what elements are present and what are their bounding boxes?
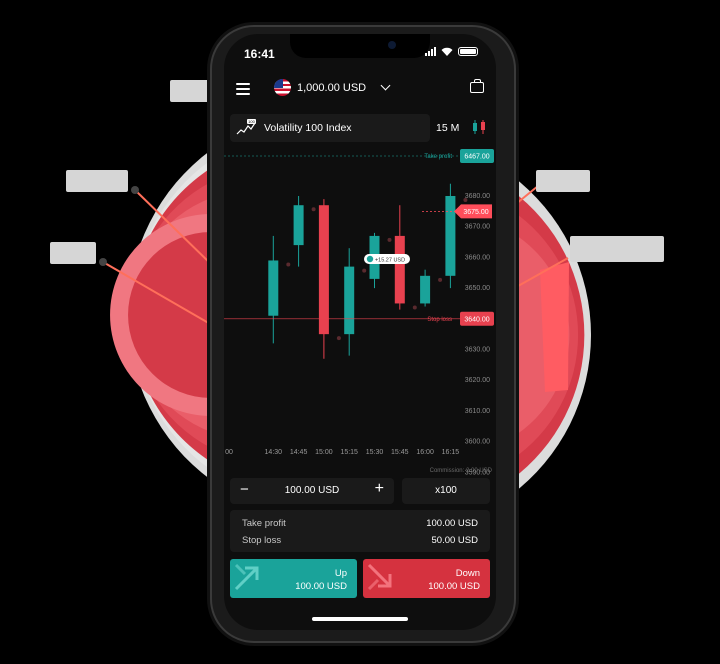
stake-input[interactable]: − 100.00 USD +: [230, 478, 394, 504]
x-tick-label: 16:00: [416, 449, 434, 456]
y-tick-label: 3660.00: [465, 254, 490, 261]
candle-body[interactable]: [344, 266, 355, 335]
candle-body[interactable]: [268, 260, 279, 316]
arrow-down-icon: [367, 563, 392, 591]
x-tick-label: 16:15: [442, 449, 460, 456]
callout-label-5: [570, 236, 664, 262]
trade-marker: [463, 198, 468, 202]
x-tick-label: 14:30: [265, 449, 283, 456]
callout-label-1: [170, 80, 212, 102]
stop-loss-label: Stop loss: [427, 317, 452, 323]
increase-stake-button[interactable]: +: [375, 480, 384, 498]
chart-type-icon[interactable]: [470, 119, 488, 135]
position-pl-tag[interactable]: +15.27 USD: [364, 254, 410, 264]
candlestick-chart[interactable]: 3680.00 3670.00 3660.00 3650.00 3640.00 3630.…: [224, 146, 496, 478]
trade-marker: [311, 207, 316, 212]
up-button-price: 100.00 USD: [295, 581, 347, 592]
wifi-icon: [441, 47, 453, 56]
candle-body[interactable]: [394, 235, 405, 304]
stop-loss-setting-value: 50.00 USD: [431, 535, 478, 546]
market-badge: 100: [248, 119, 255, 124]
battery-icon: [458, 47, 478, 56]
candle-body[interactable]: [420, 275, 431, 304]
y-tick-label: 3650.00: [465, 285, 490, 292]
chevron-down-icon: [380, 80, 391, 91]
x-tick-label: 15:45: [391, 449, 409, 456]
take-profit-label: Take profit: [424, 154, 452, 160]
timeframe-selector[interactable]: 15 M: [436, 122, 459, 134]
trade-marker: [336, 336, 341, 341]
x-tick-label: 00: [225, 449, 233, 456]
down-button-price: 100.00 USD: [428, 581, 480, 592]
y-tick-label: 3680.00: [465, 193, 490, 200]
callout-label-3: [50, 242, 96, 264]
up-button[interactable]: Up 100.00 USD: [230, 559, 357, 598]
x-tick-label: 15:15: [340, 449, 358, 456]
take-profit-stop-loss-panel[interactable]: Take profit 100.00 USD Stop loss 50.00 U…: [230, 510, 490, 552]
status-icons: [425, 47, 478, 56]
y-tick-label: 3630.00: [465, 347, 490, 354]
callout-label-2: [66, 170, 128, 192]
hamburger-icon[interactable]: [236, 83, 250, 95]
market-selector[interactable]: 100 Volatility 100 Index: [230, 114, 430, 142]
position-pl: +15.27 USD: [375, 258, 405, 264]
y-tick-label: 3600.00: [465, 439, 490, 446]
multiplier-value: x100: [435, 485, 457, 496]
spot-value: 3675.00: [463, 209, 488, 216]
briefcase-icon[interactable]: [470, 79, 484, 93]
status-time: 16:41: [244, 47, 275, 61]
take-profit-setting-label: Take profit: [242, 518, 286, 529]
volatility-index-icon: 100: [236, 119, 256, 135]
top-bar: 1,000.00 USD: [224, 74, 496, 104]
notch: [290, 34, 430, 58]
signal-icon: [425, 47, 436, 56]
candle-body[interactable]: [445, 196, 456, 276]
arrow-up-icon: [234, 563, 259, 591]
take-profit-value: 6467.00: [464, 154, 489, 161]
multiplier-selector[interactable]: x100: [402, 478, 490, 504]
stop-loss-value: 3640.00: [464, 316, 489, 323]
x-tick-label: 15:00: [315, 449, 333, 456]
take-profit-setting-value: 100.00 USD: [426, 518, 478, 529]
callout-label-4: [536, 170, 590, 192]
down-button-label: Down: [455, 568, 480, 579]
trade-marker: [387, 237, 392, 242]
account-switcher[interactable]: 1,000.00 USD: [274, 79, 391, 96]
y-tick-label: 3670.00: [465, 224, 490, 231]
trade-marker: [412, 305, 417, 310]
us-flag-icon: [274, 79, 291, 96]
home-indicator[interactable]: [312, 617, 408, 621]
trade-marker: [362, 268, 367, 273]
candle-body[interactable]: [318, 205, 329, 335]
x-tick-label: 14:45: [290, 449, 308, 456]
y-tick-label: 3620.00: [465, 377, 490, 384]
stop-loss-setting-label: Stop loss: [242, 535, 282, 546]
x-tick-label: 15:30: [366, 449, 384, 456]
down-button[interactable]: Down 100.00 USD: [363, 559, 490, 598]
stake-value: 100.00 USD: [284, 485, 340, 496]
trade-marker: [438, 277, 443, 282]
camera-icon: [388, 41, 396, 49]
phone-screen: 16:41 1,000.00 USD 100 Volatility 100 In…: [224, 34, 496, 630]
commission-text: Commission: 2.00 USD: [430, 468, 493, 474]
y-tick-label: 3610.00: [465, 408, 490, 415]
up-button-label: Up: [334, 568, 347, 579]
trade-marker: [286, 262, 291, 267]
market-name: Volatility 100 Index: [264, 122, 352, 134]
balance: 1,000.00 USD: [297, 81, 367, 94]
candle-body[interactable]: [293, 205, 304, 246]
